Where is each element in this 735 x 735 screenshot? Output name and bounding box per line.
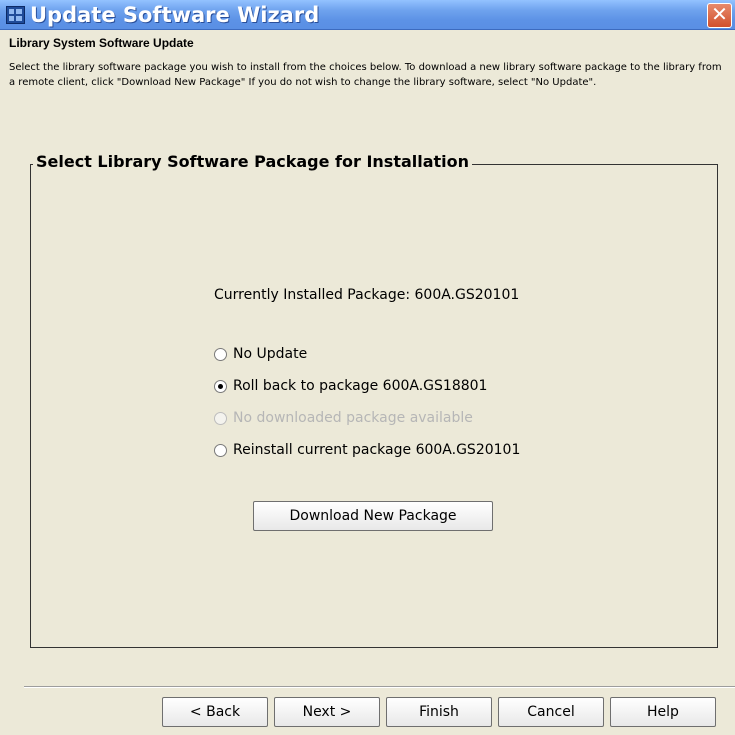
option-downloaded-package-label: No downloaded package available (233, 410, 473, 426)
close-icon[interactable]: ✕ (707, 3, 732, 28)
option-reinstall[interactable]: Reinstall current package 600A.GS20101 (214, 440, 520, 460)
option-roll-back[interactable]: Roll back to package 600A.GS18801 (214, 376, 487, 396)
download-new-package-button[interactable]: Download New Package (253, 501, 493, 531)
groupbox-title: Select Library Software Package for Inst… (33, 152, 473, 172)
cancel-button[interactable]: Cancel (498, 697, 604, 727)
radio-no-update[interactable] (214, 347, 227, 361)
option-reinstall-label: Reinstall current package 600A.GS20101 (233, 442, 521, 458)
window-title: Update Software Wizard (30, 3, 320, 27)
page-heading: Library System Software Update (9, 36, 194, 50)
installed-package-label: Currently Installed Package: 600A.GS2010… (214, 287, 520, 303)
app-window-icon (6, 6, 25, 24)
option-roll-back-label: Roll back to package 600A.GS18801 (233, 378, 488, 394)
radio-roll-back[interactable] (214, 379, 227, 393)
help-button[interactable]: Help (610, 697, 716, 727)
package-groupbox (30, 164, 718, 648)
wizard-window: Update Software Wizard ✕ Library System … (0, 0, 735, 735)
finish-button[interactable]: Finish (386, 697, 492, 727)
option-downloaded-package: No downloaded package available (214, 408, 473, 428)
option-no-update-label: No Update (233, 346, 308, 362)
title-bar[interactable]: Update Software Wizard ✕ (0, 0, 735, 30)
back-button[interactable]: < Back (162, 697, 268, 727)
radio-reinstall[interactable] (214, 443, 227, 457)
page-description: Select the library software package you … (9, 62, 722, 88)
option-no-update[interactable]: No Update (214, 344, 307, 364)
footer-separator (24, 686, 735, 688)
next-button[interactable]: Next > (274, 697, 380, 727)
radio-downloaded-package (214, 411, 227, 425)
